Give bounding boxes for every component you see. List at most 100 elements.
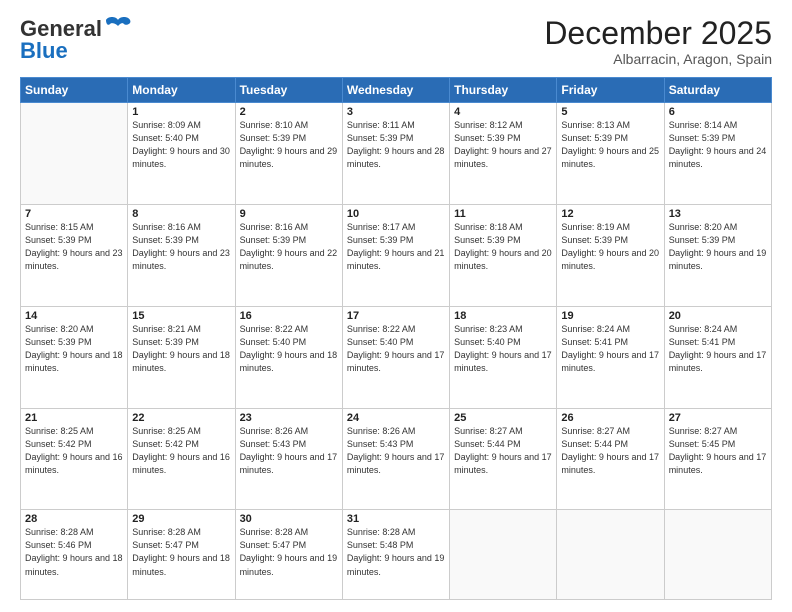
day-info: Sunrise: 8:14 AMSunset: 5:39 PMDaylight:… xyxy=(669,119,767,171)
day-info: Sunrise: 8:22 AMSunset: 5:40 PMDaylight:… xyxy=(347,323,445,375)
calendar-cell: 2Sunrise: 8:10 AMSunset: 5:39 PMDaylight… xyxy=(235,103,342,205)
day-info: Sunrise: 8:27 AMSunset: 5:45 PMDaylight:… xyxy=(669,425,767,477)
calendar-cell: 15Sunrise: 8:21 AMSunset: 5:39 PMDayligh… xyxy=(128,306,235,408)
day-info: Sunrise: 8:27 AMSunset: 5:44 PMDaylight:… xyxy=(454,425,552,477)
day-info: Sunrise: 8:17 AMSunset: 5:39 PMDaylight:… xyxy=(347,221,445,273)
calendar-cell: 17Sunrise: 8:22 AMSunset: 5:40 PMDayligh… xyxy=(342,306,449,408)
day-number: 18 xyxy=(454,310,552,322)
day-info: Sunrise: 8:09 AMSunset: 5:40 PMDaylight:… xyxy=(132,119,230,171)
weekday-header: Saturday xyxy=(664,78,771,103)
day-number: 4 xyxy=(454,106,552,118)
day-info: Sunrise: 8:19 AMSunset: 5:39 PMDaylight:… xyxy=(561,221,659,273)
calendar-cell: 20Sunrise: 8:24 AMSunset: 5:41 PMDayligh… xyxy=(664,306,771,408)
weekday-header: Tuesday xyxy=(235,78,342,103)
calendar-cell: 18Sunrise: 8:23 AMSunset: 5:40 PMDayligh… xyxy=(450,306,557,408)
calendar-cell: 19Sunrise: 8:24 AMSunset: 5:41 PMDayligh… xyxy=(557,306,664,408)
weekday-header: Friday xyxy=(557,78,664,103)
calendar-cell: 30Sunrise: 8:28 AMSunset: 5:47 PMDayligh… xyxy=(235,510,342,600)
day-info: Sunrise: 8:25 AMSunset: 5:42 PMDaylight:… xyxy=(25,425,123,477)
day-info: Sunrise: 8:22 AMSunset: 5:40 PMDaylight:… xyxy=(240,323,338,375)
day-info: Sunrise: 8:24 AMSunset: 5:41 PMDaylight:… xyxy=(669,323,767,375)
header: General Blue December 2025 Albarracin, A… xyxy=(20,16,772,67)
day-info: Sunrise: 8:26 AMSunset: 5:43 PMDaylight:… xyxy=(347,425,445,477)
calendar-cell: 5Sunrise: 8:13 AMSunset: 5:39 PMDaylight… xyxy=(557,103,664,205)
calendar-cell: 26Sunrise: 8:27 AMSunset: 5:44 PMDayligh… xyxy=(557,408,664,510)
day-info: Sunrise: 8:20 AMSunset: 5:39 PMDaylight:… xyxy=(669,221,767,273)
calendar-cell: 7Sunrise: 8:15 AMSunset: 5:39 PMDaylight… xyxy=(21,204,128,306)
day-info: Sunrise: 8:24 AMSunset: 5:41 PMDaylight:… xyxy=(561,323,659,375)
calendar-cell: 13Sunrise: 8:20 AMSunset: 5:39 PMDayligh… xyxy=(664,204,771,306)
calendar-cell: 4Sunrise: 8:12 AMSunset: 5:39 PMDaylight… xyxy=(450,103,557,205)
day-number: 1 xyxy=(132,106,230,118)
day-number: 3 xyxy=(347,106,445,118)
day-info: Sunrise: 8:15 AMSunset: 5:39 PMDaylight:… xyxy=(25,221,123,273)
day-number: 26 xyxy=(561,412,659,424)
day-number: 28 xyxy=(25,513,123,525)
day-number: 17 xyxy=(347,310,445,322)
calendar-cell: 16Sunrise: 8:22 AMSunset: 5:40 PMDayligh… xyxy=(235,306,342,408)
calendar-cell xyxy=(21,103,128,205)
logo-bird-icon xyxy=(104,16,132,38)
day-number: 24 xyxy=(347,412,445,424)
calendar-cell: 29Sunrise: 8:28 AMSunset: 5:47 PMDayligh… xyxy=(128,510,235,600)
day-info: Sunrise: 8:12 AMSunset: 5:39 PMDaylight:… xyxy=(454,119,552,171)
calendar-cell: 6Sunrise: 8:14 AMSunset: 5:39 PMDaylight… xyxy=(664,103,771,205)
day-number: 29 xyxy=(132,513,230,525)
day-number: 20 xyxy=(669,310,767,322)
day-info: Sunrise: 8:25 AMSunset: 5:42 PMDaylight:… xyxy=(132,425,230,477)
calendar-cell: 24Sunrise: 8:26 AMSunset: 5:43 PMDayligh… xyxy=(342,408,449,510)
day-number: 15 xyxy=(132,310,230,322)
day-number: 12 xyxy=(561,208,659,220)
calendar-header-row: SundayMondayTuesdayWednesdayThursdayFrid… xyxy=(21,78,772,103)
calendar-cell: 3Sunrise: 8:11 AMSunset: 5:39 PMDaylight… xyxy=(342,103,449,205)
day-info: Sunrise: 8:16 AMSunset: 5:39 PMDaylight:… xyxy=(240,221,338,273)
day-info: Sunrise: 8:28 AMSunset: 5:47 PMDaylight:… xyxy=(132,526,230,578)
day-number: 11 xyxy=(454,208,552,220)
calendar-cell xyxy=(557,510,664,600)
day-number: 19 xyxy=(561,310,659,322)
day-info: Sunrise: 8:28 AMSunset: 5:46 PMDaylight:… xyxy=(25,526,123,578)
title-area: December 2025 Albarracin, Aragon, Spain xyxy=(544,16,772,67)
calendar-week-row: 28Sunrise: 8:28 AMSunset: 5:46 PMDayligh… xyxy=(21,510,772,600)
day-number: 21 xyxy=(25,412,123,424)
weekday-header: Monday xyxy=(128,78,235,103)
day-number: 13 xyxy=(669,208,767,220)
calendar-cell: 8Sunrise: 8:16 AMSunset: 5:39 PMDaylight… xyxy=(128,204,235,306)
calendar-week-row: 1Sunrise: 8:09 AMSunset: 5:40 PMDaylight… xyxy=(21,103,772,205)
calendar-cell xyxy=(664,510,771,600)
day-info: Sunrise: 8:10 AMSunset: 5:39 PMDaylight:… xyxy=(240,119,338,171)
day-number: 10 xyxy=(347,208,445,220)
page: General Blue December 2025 Albarracin, A… xyxy=(0,0,792,612)
day-number: 8 xyxy=(132,208,230,220)
calendar-cell: 28Sunrise: 8:28 AMSunset: 5:46 PMDayligh… xyxy=(21,510,128,600)
day-number: 16 xyxy=(240,310,338,322)
day-number: 6 xyxy=(669,106,767,118)
calendar-cell: 31Sunrise: 8:28 AMSunset: 5:48 PMDayligh… xyxy=(342,510,449,600)
day-number: 23 xyxy=(240,412,338,424)
day-info: Sunrise: 8:18 AMSunset: 5:39 PMDaylight:… xyxy=(454,221,552,273)
month-title: December 2025 xyxy=(544,16,772,51)
calendar-cell: 9Sunrise: 8:16 AMSunset: 5:39 PMDaylight… xyxy=(235,204,342,306)
weekday-header: Thursday xyxy=(450,78,557,103)
calendar-week-row: 21Sunrise: 8:25 AMSunset: 5:42 PMDayligh… xyxy=(21,408,772,510)
calendar-cell: 12Sunrise: 8:19 AMSunset: 5:39 PMDayligh… xyxy=(557,204,664,306)
day-info: Sunrise: 8:28 AMSunset: 5:47 PMDaylight:… xyxy=(240,526,338,578)
calendar-table: SundayMondayTuesdayWednesdayThursdayFrid… xyxy=(20,77,772,600)
day-info: Sunrise: 8:23 AMSunset: 5:40 PMDaylight:… xyxy=(454,323,552,375)
day-info: Sunrise: 8:27 AMSunset: 5:44 PMDaylight:… xyxy=(561,425,659,477)
day-number: 9 xyxy=(240,208,338,220)
day-info: Sunrise: 8:28 AMSunset: 5:48 PMDaylight:… xyxy=(347,526,445,578)
day-number: 7 xyxy=(25,208,123,220)
day-info: Sunrise: 8:16 AMSunset: 5:39 PMDaylight:… xyxy=(132,221,230,273)
day-number: 27 xyxy=(669,412,767,424)
day-info: Sunrise: 8:26 AMSunset: 5:43 PMDaylight:… xyxy=(240,425,338,477)
calendar-cell: 10Sunrise: 8:17 AMSunset: 5:39 PMDayligh… xyxy=(342,204,449,306)
day-number: 31 xyxy=(347,513,445,525)
calendar-cell xyxy=(450,510,557,600)
day-number: 2 xyxy=(240,106,338,118)
logo: General Blue xyxy=(20,16,132,64)
day-number: 5 xyxy=(561,106,659,118)
day-info: Sunrise: 8:13 AMSunset: 5:39 PMDaylight:… xyxy=(561,119,659,171)
calendar-cell: 25Sunrise: 8:27 AMSunset: 5:44 PMDayligh… xyxy=(450,408,557,510)
calendar-cell: 23Sunrise: 8:26 AMSunset: 5:43 PMDayligh… xyxy=(235,408,342,510)
